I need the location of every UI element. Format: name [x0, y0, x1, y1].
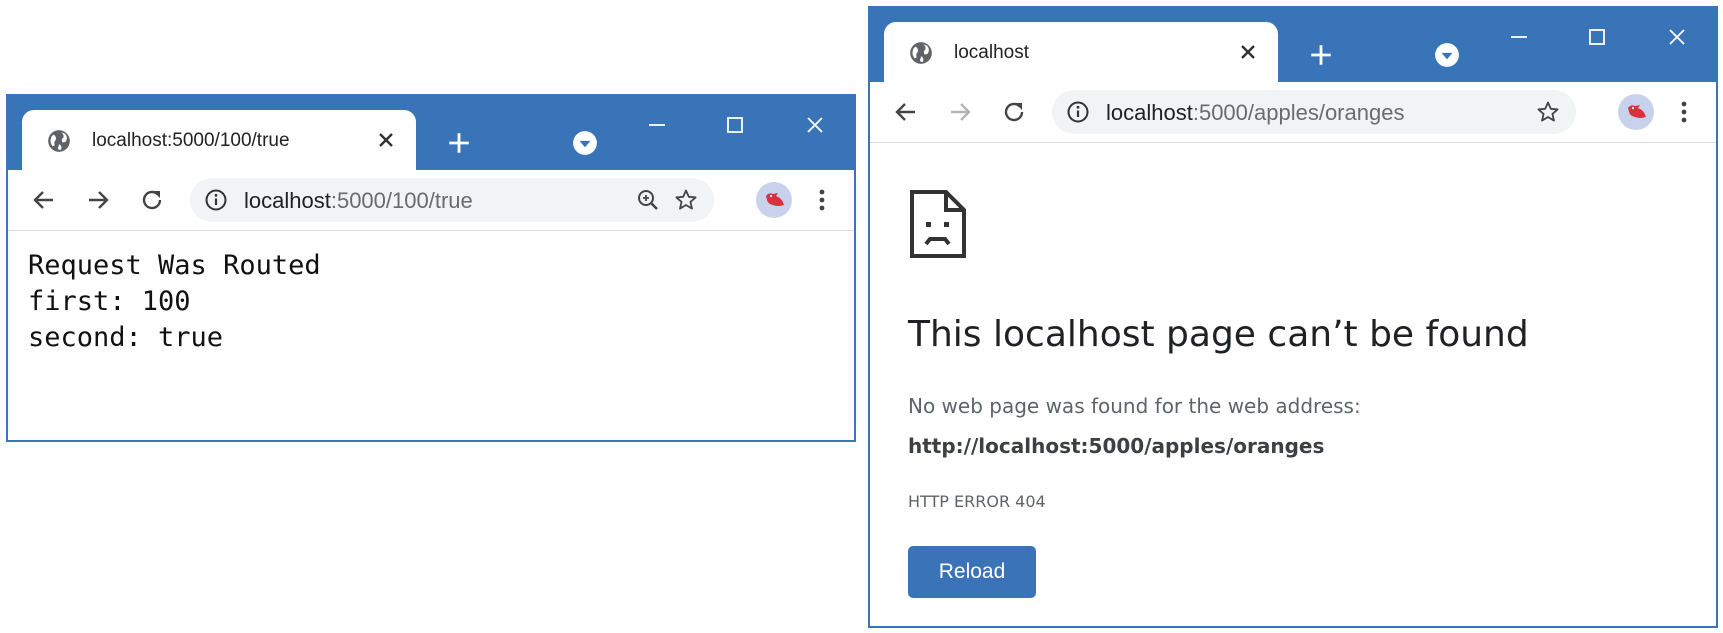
zoom-icon[interactable]	[636, 188, 660, 212]
avatar[interactable]	[756, 182, 792, 218]
close-window-icon[interactable]	[1662, 22, 1692, 52]
close-tab-icon[interactable]	[374, 128, 398, 152]
url-path: :5000/100/true	[330, 188, 473, 213]
browser-tab[interactable]: localhost:5000/100/true	[22, 110, 416, 170]
globe-icon	[48, 130, 70, 152]
minimize-icon[interactable]	[1504, 22, 1534, 52]
star-icon[interactable]	[1536, 100, 1560, 124]
url-host: localhost	[1106, 100, 1193, 125]
address-url: localhost:5000/apples/oranges	[1106, 100, 1404, 126]
error-url: http://localhost:5000/apples/oranges	[908, 434, 1325, 458]
title-bar: localhost	[870, 8, 1716, 82]
info-icon[interactable]	[204, 188, 228, 212]
forward-icon[interactable]	[84, 186, 112, 214]
menu-icon[interactable]	[1670, 96, 1698, 128]
tab-title: localhost	[954, 42, 1029, 63]
screenshot-stage: localhost:5000/100/true localhost:5000/1…	[0, 0, 1723, 633]
second-segment-value: second: true	[28, 322, 224, 353]
title-bar: localhost:5000/100/true	[8, 96, 854, 170]
new-tab-icon[interactable]	[1308, 42, 1334, 68]
address-url: localhost:5000/100/true	[244, 188, 473, 214]
close-tab-icon[interactable]	[1236, 40, 1260, 64]
reload-icon[interactable]	[1000, 98, 1028, 126]
new-tab-icon[interactable]	[446, 130, 472, 156]
tab-title: localhost:5000/100/true	[92, 130, 290, 151]
first-segment-value: first: 100	[28, 286, 191, 317]
navigation-toolbar: localhost:5000/100/true	[8, 170, 854, 231]
address-bar[interactable]: localhost:5000/100/true	[190, 178, 714, 222]
address-bar[interactable]: localhost:5000/apples/oranges	[1052, 90, 1576, 134]
bird-icon	[766, 193, 784, 206]
error-description: No web page was found for the web addres…	[908, 394, 1361, 418]
info-icon[interactable]	[1066, 100, 1090, 124]
error-title: This localhost page can’t be found	[908, 314, 1529, 355]
url-host: localhost	[244, 188, 331, 213]
back-icon[interactable]	[892, 98, 920, 126]
forward-icon[interactable]	[946, 98, 974, 126]
avatar[interactable]	[1618, 94, 1654, 130]
menu-icon[interactable]	[808, 184, 836, 216]
routed-message: Request Was Routed	[28, 250, 321, 281]
minimize-icon[interactable]	[642, 110, 672, 140]
tab-search-icon[interactable]	[1434, 42, 1460, 68]
browser-window-left: localhost:5000/100/true localhost:5000/1…	[6, 94, 856, 442]
browser-window-right: localhost localhost:5000/apples/oranges …	[868, 6, 1718, 628]
navigation-toolbar: localhost:5000/apples/oranges	[870, 82, 1716, 143]
page-content: Request Was Routed first: 100 second: tr…	[28, 248, 321, 356]
browser-tab[interactable]: localhost	[884, 22, 1278, 82]
sad-page-icon	[910, 190, 966, 258]
star-icon[interactable]	[674, 188, 698, 212]
back-icon[interactable]	[30, 186, 58, 214]
reload-icon[interactable]	[138, 186, 166, 214]
maximize-icon[interactable]	[1582, 22, 1612, 52]
close-window-icon[interactable]	[800, 110, 830, 140]
reload-button[interactable]: Reload	[908, 546, 1036, 598]
globe-icon	[910, 42, 932, 64]
tab-search-icon[interactable]	[572, 130, 598, 156]
bird-icon	[1628, 105, 1646, 118]
url-path: :5000/apples/oranges	[1192, 100, 1405, 125]
error-code: HTTP ERROR 404	[908, 492, 1046, 511]
maximize-icon[interactable]	[720, 110, 750, 140]
